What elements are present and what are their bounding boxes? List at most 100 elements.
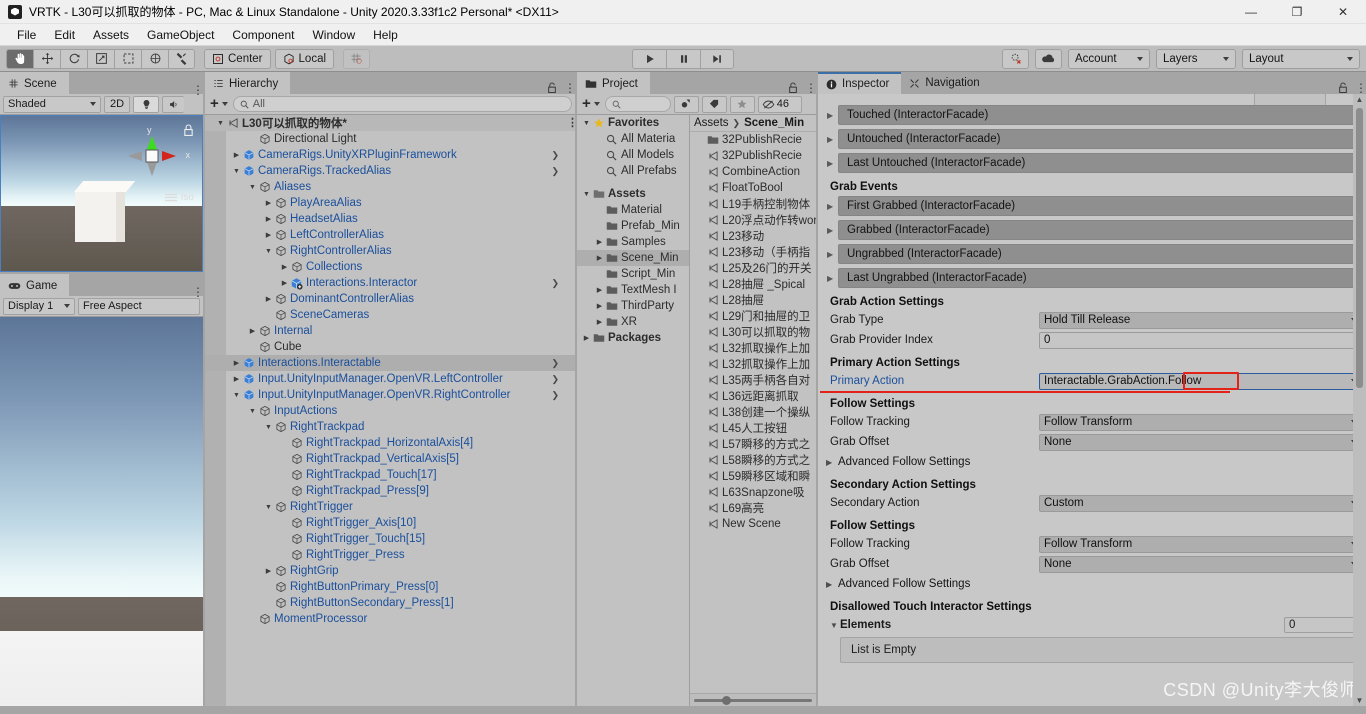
- disclosure-triangle-icon[interactable]: ▶: [263, 295, 274, 303]
- tab-project[interactable]: Project: [577, 72, 650, 94]
- menu-item-window[interactable]: Window: [303, 26, 364, 44]
- menu-item-edit[interactable]: Edit: [45, 26, 84, 44]
- step-button[interactable]: [700, 48, 734, 69]
- aspect-dropdown[interactable]: Free Aspect: [78, 297, 200, 315]
- hierarchy-item[interactable]: SceneCameras: [205, 307, 575, 323]
- hierarchy-item[interactable]: ▶ Interactions.Interactable ❯: [205, 355, 575, 371]
- hierarchy-item[interactable]: ▶ Internal: [205, 323, 575, 339]
- project-tree-item[interactable]: ▼ Assets: [577, 186, 689, 202]
- scene-lighting-icon[interactable]: [133, 95, 159, 113]
- minimize-button[interactable]: —: [1228, 0, 1274, 24]
- primary-action-label[interactable]: Primary Action: [826, 375, 1039, 387]
- disclosure-triangle-icon[interactable]: ▼: [263, 504, 274, 511]
- project-asset-item[interactable]: L38创建一个操纵: [690, 404, 816, 420]
- inspector-vertical-scrollbar[interactable]: ▲ ▼: [1353, 94, 1366, 706]
- project-asset-item[interactable]: L36远距离抓取: [690, 388, 816, 404]
- hierarchy-item[interactable]: RightTrigger_Press: [205, 547, 575, 563]
- disclosure-triangle-icon[interactable]: ▶: [279, 263, 290, 271]
- advanced-follow-settings-1[interactable]: ▶ Advanced Follow Settings: [826, 453, 1362, 471]
- disclosure-triangle-icon[interactable]: ▶: [594, 302, 605, 310]
- inspector-menu-icon[interactable]: ⋮: [1355, 82, 1366, 94]
- elements-count[interactable]: 0: [1284, 617, 1362, 633]
- filter-by-label-icon[interactable]: [701, 95, 727, 113]
- project-tree-item[interactable]: ▼ Favorites: [577, 115, 689, 131]
- hierarchy-item[interactable]: ▼ Input.UnityInputManager.OpenVR.RightCon…: [205, 387, 575, 403]
- touch-event-bar[interactable]: ▶ Touched (InteractorFacade): [827, 105, 1362, 125]
- hierarchy-item[interactable]: ▼ L30可以抓取的物体* ⋮: [205, 115, 575, 131]
- tab-scene[interactable]: Scene: [0, 72, 69, 94]
- disclosure-triangle-icon[interactable]: ▶: [263, 199, 274, 207]
- primary-action-dropdown[interactable]: Interactable.GrabAction. Follow: [1039, 372, 1362, 390]
- secondary-action-dropdown[interactable]: Custom: [1039, 494, 1362, 512]
- lock-icon[interactable]: [1338, 82, 1348, 94]
- project-asset-item[interactable]: L28抽屉: [690, 292, 816, 308]
- hierarchy-item[interactable]: RightTrigger_Touch[15]: [205, 531, 575, 547]
- scene-projection-toggle[interactable]: Iso: [164, 192, 194, 203]
- scroll-up-arrow-icon[interactable]: ▲: [1353, 94, 1366, 105]
- close-button[interactable]: ✕: [1320, 0, 1366, 24]
- scroll-down-arrow-icon[interactable]: ▼: [1353, 695, 1366, 706]
- hierarchy-item[interactable]: ▼ CameraRigs.TrackedAlias ❯: [205, 163, 575, 179]
- scene-lock-icon[interactable]: [183, 124, 194, 140]
- hierarchy-item[interactable]: RightButtonSecondary_Press[1]: [205, 595, 575, 611]
- grab-event-bar[interactable]: ▶ Ungrabbed (InteractorFacade): [827, 244, 1362, 264]
- layout-dropdown[interactable]: Layout: [1242, 48, 1360, 69]
- project-tree-item[interactable]: [577, 179, 689, 186]
- favorites-star-icon[interactable]: [729, 95, 755, 113]
- project-asset-item[interactable]: L30可以抓取的物: [690, 324, 816, 340]
- project-tree-item[interactable]: ▶ TextMesh I: [577, 282, 689, 298]
- grab-event-bar[interactable]: ▶ First Grabbed (InteractorFacade): [827, 196, 1362, 216]
- disclosure-triangle-icon[interactable]: ▶: [594, 254, 605, 262]
- project-asset-item[interactable]: L35两手柄各自对: [690, 372, 816, 388]
- game-menu-icon[interactable]: ⋮: [192, 286, 204, 298]
- menu-item-assets[interactable]: Assets: [84, 26, 138, 44]
- filter-by-type-icon[interactable]: [673, 95, 699, 113]
- disclosure-triangle-icon[interactable]: ▶: [827, 250, 833, 259]
- project-tree-item[interactable]: ▶ XR: [577, 314, 689, 330]
- hierarchy-item[interactable]: RightTrackpad_HorizontalAxis[4]: [205, 435, 575, 451]
- hierarchy-item[interactable]: ▼ RightControllerAlias: [205, 243, 575, 259]
- project-asset-item[interactable]: L20浮点动作转won: [690, 212, 816, 228]
- scrollbar-knob[interactable]: [722, 695, 732, 705]
- follow-tracking-dropdown-2[interactable]: Follow Transform: [1039, 535, 1362, 553]
- disclosure-triangle-icon[interactable]: ▼: [231, 392, 242, 399]
- project-tree-item[interactable]: Prefab_Min: [577, 218, 689, 234]
- project-tree-item[interactable]: Material: [577, 202, 689, 218]
- disclosure-triangle-icon[interactable]: ▶: [594, 286, 605, 294]
- project-tree-item[interactable]: All Prefabs: [577, 163, 689, 179]
- chevron-right-icon[interactable]: ❯: [551, 278, 575, 289]
- disclosure-triangle-icon[interactable]: ▶: [263, 567, 274, 575]
- disclosure-triangle-icon[interactable]: ▶: [231, 359, 242, 367]
- collab-icon[interactable]: [1002, 48, 1029, 69]
- hierarchy-item[interactable]: ▶ CameraRigs.UnityXRPluginFramework ❯: [205, 147, 575, 163]
- menu-item-help[interactable]: Help: [364, 26, 407, 44]
- disclosure-triangle-icon[interactable]: ▶: [827, 159, 833, 168]
- hierarchy-item[interactable]: RightButtonPrimary_Press[0]: [205, 579, 575, 595]
- breadcrumb-assets[interactable]: Assets: [694, 117, 729, 129]
- maximize-button[interactable]: ❐: [1274, 0, 1320, 24]
- hierarchy-menu-icon[interactable]: ⋮: [564, 82, 576, 94]
- chevron-right-icon[interactable]: ❯: [551, 166, 575, 177]
- scrollbar-thumb[interactable]: [1356, 108, 1363, 388]
- grab-offset-dropdown-2[interactable]: None: [1039, 555, 1362, 573]
- project-asset-item[interactable]: L63Snapzone吸: [690, 484, 816, 500]
- shading-dropdown[interactable]: Shaded: [3, 95, 101, 113]
- project-folder-tree[interactable]: ▼ Favorites All Materia All Models All Prefa…: [577, 115, 690, 706]
- scene-cube-object[interactable]: [75, 192, 125, 242]
- menu-item-file[interactable]: File: [8, 26, 45, 44]
- hierarchy-item[interactable]: ▶ PlayAreaAlias: [205, 195, 575, 211]
- project-horizontal-scrollbar[interactable]: [690, 693, 816, 706]
- chevron-right-icon[interactable]: ❯: [551, 358, 575, 369]
- hierarchy-item[interactable]: ▶ Input.UnityInputManager.OpenVR.LeftCont…: [205, 371, 575, 387]
- disclosure-triangle-icon[interactable]: ▶: [247, 327, 258, 335]
- disclosure-triangle-icon[interactable]: ▶: [827, 274, 833, 283]
- project-tree-item[interactable]: All Materia: [577, 131, 689, 147]
- pivot-mode-button[interactable]: Center: [204, 48, 271, 69]
- project-asset-item[interactable]: L58瞬移的方式之: [690, 452, 816, 468]
- pivot-space-button[interactable]: Local: [274, 48, 335, 69]
- hierarchy-item[interactable]: ▶ DominantControllerAlias: [205, 291, 575, 307]
- hierarchy-item[interactable]: RightTrackpad_Press[9]: [205, 483, 575, 499]
- project-create-button[interactable]: +: [580, 96, 602, 111]
- game-viewport[interactable]: [0, 317, 203, 706]
- tab-hierarchy[interactable]: Hierarchy: [205, 72, 291, 94]
